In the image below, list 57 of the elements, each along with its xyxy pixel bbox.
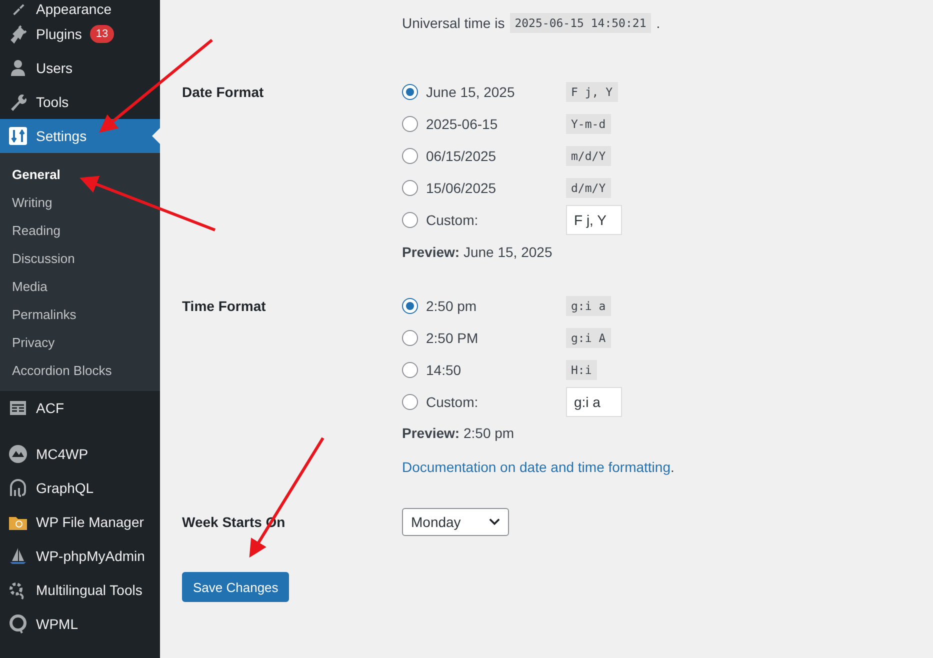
submenu-item[interactable]: Writing — [0, 188, 160, 216]
custom-format-field[interactable]: g:i a — [566, 387, 622, 417]
sliders-icon — [8, 126, 28, 146]
field-label: Time Format — [182, 297, 267, 316]
menu-item[interactable]: ACF — [0, 391, 160, 425]
radio-option[interactable]: 06/15/2025 — [402, 148, 566, 164]
menu-item[interactable]: WPML — [0, 607, 160, 641]
radio-option[interactable]: 2:50 PM — [402, 330, 566, 346]
universal-time-label: Universal time is — [402, 15, 505, 31]
menu-item[interactable]: Tools — [0, 85, 160, 119]
radio-option[interactable]: 2025-06-15 — [402, 116, 566, 132]
table-icon — [8, 398, 28, 418]
submenu-item[interactable]: Permalinks — [0, 300, 160, 328]
universal-time-value: 2025-06-15 14:50:21 — [510, 13, 652, 33]
submenu-item[interactable]: General — [0, 160, 160, 188]
submenu-item[interactable]: Media — [0, 272, 160, 300]
menu-item[interactable]: GraphQL — [0, 471, 160, 505]
radio-option[interactable]: 2:50 pm — [402, 298, 566, 314]
menu-item[interactable]: Settings — [0, 119, 160, 153]
documentation-link[interactable]: Documentation on date and time formatting — [402, 459, 670, 475]
week-start-dropdown[interactable]: Monday — [402, 508, 509, 536]
format-code: g:i A — [566, 328, 611, 348]
field-label: Date Format — [182, 83, 265, 102]
menu-item[interactable]: Plugins 13 — [0, 17, 160, 51]
menu-item[interactable]: Multilingual Tools — [0, 573, 160, 607]
format-code: Y-m-d — [566, 114, 611, 134]
preview-text: Preview: June 15, 2025 — [402, 244, 552, 260]
menu-item[interactable]: MC4WP — [0, 437, 160, 471]
period-text: . — [656, 15, 660, 31]
format-code: m/d/Y — [566, 146, 611, 166]
submenu-item[interactable]: Accordion Blocks — [0, 356, 160, 384]
menu-item[interactable]: WP File Manager — [0, 505, 160, 539]
logo-icon — [8, 444, 28, 464]
submenu-item[interactable]: Reading — [0, 216, 160, 244]
radio-option[interactable]: 15/06/2025 — [402, 180, 566, 196]
plug-icon — [8, 24, 28, 44]
sailboat-icon — [8, 546, 28, 566]
period-text: . — [670, 459, 674, 475]
save-button[interactable]: Save Changes — [182, 572, 290, 602]
format-code: d/m/Y — [566, 178, 611, 198]
menu-item[interactable]: Users — [0, 51, 160, 85]
radio-option[interactable]: June 15, 2025 — [402, 84, 566, 100]
format-code: g:i a — [566, 296, 611, 316]
submenu-item[interactable]: Discussion — [0, 244, 160, 272]
radio-option[interactable]: Custom: — [402, 212, 566, 228]
count-badge: 13 — [90, 25, 114, 43]
menu-item[interactable]: Appearance — [0, 0, 160, 17]
custom-format-field[interactable]: F j, Y — [566, 205, 622, 235]
radio-option[interactable]: 14:50 — [402, 362, 566, 378]
radio-option[interactable]: Custom: — [402, 394, 566, 410]
user-icon — [8, 58, 28, 78]
menu-item[interactable]: WP-phpMyAdmin — [0, 539, 160, 573]
submenu-item[interactable]: Privacy — [0, 328, 160, 356]
chevron-down-icon — [489, 518, 500, 526]
preview-text: Preview: 2:50 pm — [402, 425, 514, 441]
format-code: H:i — [566, 360, 597, 380]
format-code: F j, Y — [566, 82, 618, 102]
